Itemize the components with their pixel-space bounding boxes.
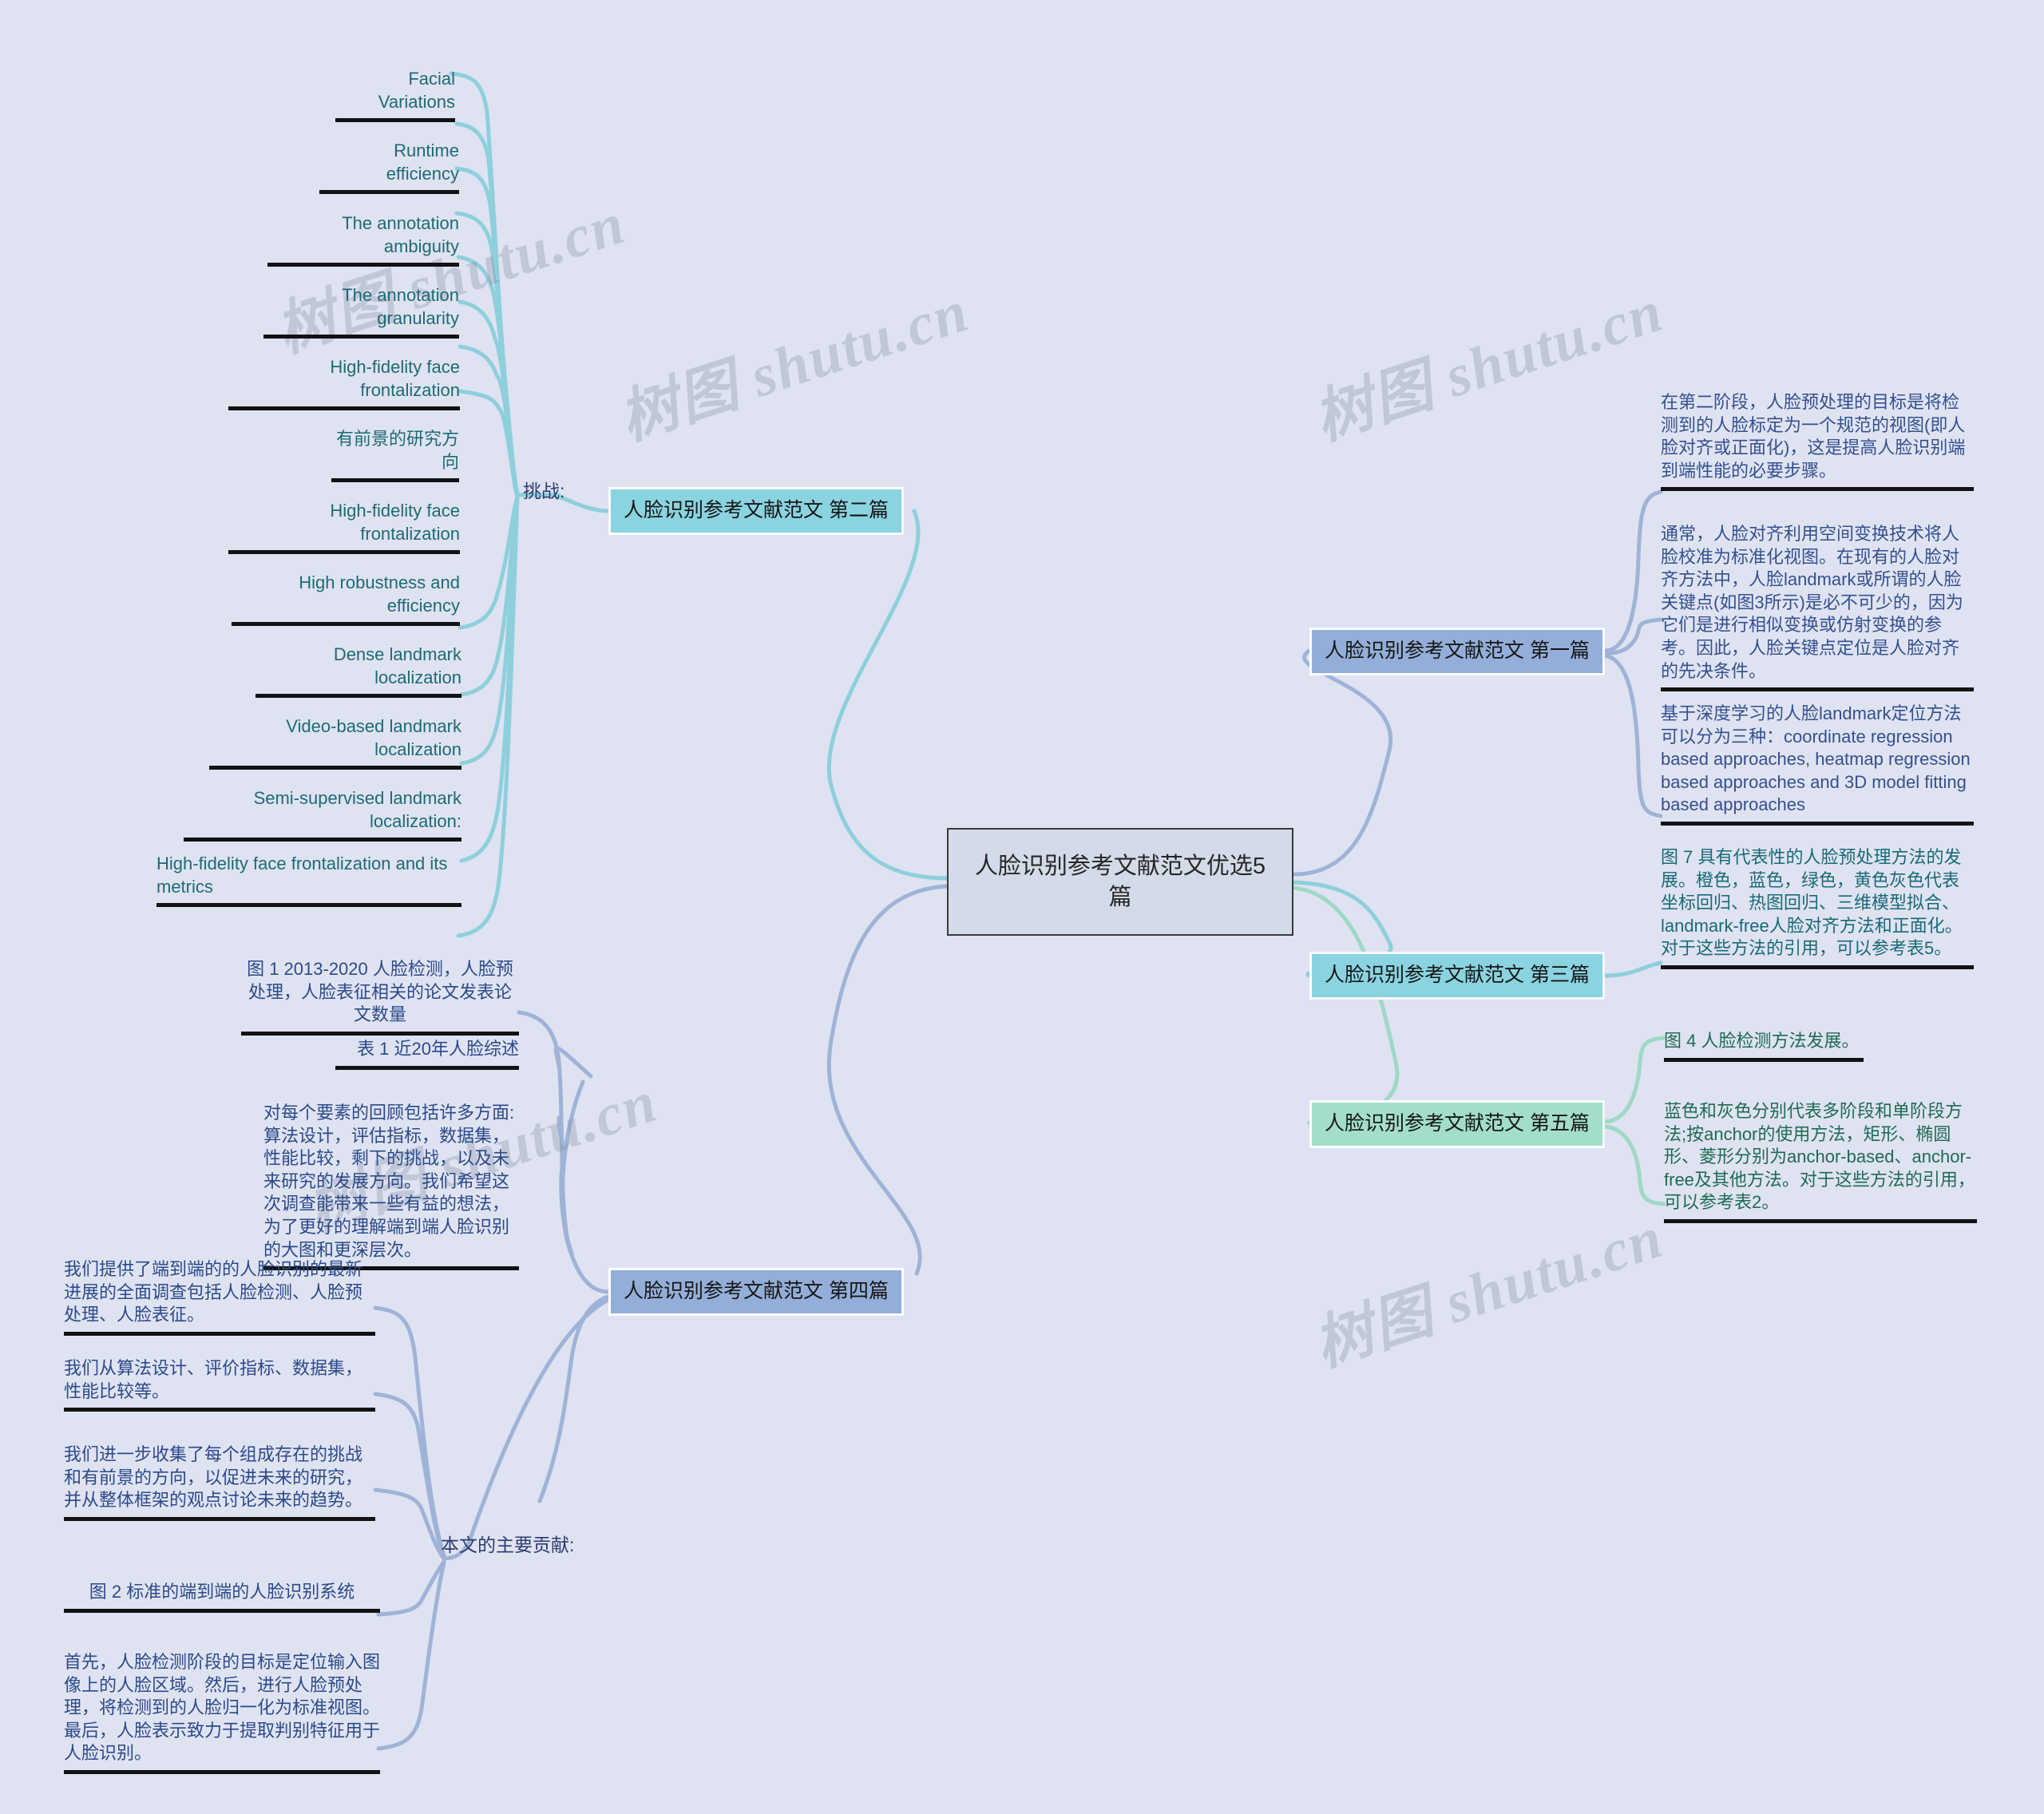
branch-third-article[interactable]: 人脸识别参考文献范文 第三篇 [1309,952,1605,1000]
leaf-fig4-detection-development[interactable]: 图 4 人脸检测方法发展。 [1664,1030,1864,1062]
group-label-contributions: 本文的主要贡献: [441,1535,575,1555]
branch-third-label: 人脸识别参考文献范文 第三篇 [1325,964,1590,987]
leaf-fig1-paper-counts[interactable]: 图 1 2013-2020 人脸检测，人脸预处理，人脸表征相关的论文发表论文数量 [241,958,519,1036]
watermark: 树图 shutu.cn [1306,278,1672,454]
leaf-anchor-method-legend[interactable]: 蓝色和灰色分别代表多阶段和单阶段方法;按anchor的使用方法，矩形、椭圆形、菱… [1664,1100,1977,1223]
leaf-review-aspects[interactable]: 对每个要素的回顾包括许多方面: 算法设计，评估指标，数据集，性能比较，剩下的挑战… [263,1102,519,1271]
leaf-pipeline-description[interactable]: 首先，人脸检测阶段的目标是定位输入图像上的人脸区域。然后，进行人脸预处理，将检测… [64,1651,380,1774]
root-node[interactable]: 人脸识别参考文献范文优选5篇 [947,828,1293,936]
branch-second-label: 人脸识别参考文献范文 第二篇 [624,499,889,522]
group-label-challenges: 挑战: [523,481,565,501]
root-title: 人脸识别参考文献范文优选5篇 [974,854,1266,910]
leaf-semi-supervised-landmark-localization[interactable]: Semi-supervised landmark localization: [184,787,461,842]
leaf-promising-research-directions[interactable]: 有前景的研究方向 [331,428,459,483]
leaf-preprocessing-goal[interactable]: 在第二阶段，人脸预处理的目标是将检测到的人脸标定为一个规范的视图(即人脸对齐或正… [1661,391,1974,492]
watermark: 树图 shutu.cn [612,278,977,454]
branch-fourth-article[interactable]: 人脸识别参考文献范文 第四篇 [608,1268,904,1316]
leaf-annotation-granularity[interactable]: The annotation granularity [263,284,459,339]
leaf-contribution-challenges[interactable]: 我们进一步收集了每个组成存在的挑战和有前景的方向，以促进未来的研究，并从整体框架… [64,1444,375,1521]
leaf-contribution-survey[interactable]: 我们提供了端到端的的人脸识别的最新进展的全面调查包括人脸检测、人脸预处理、人脸表… [64,1258,375,1336]
watermark: 树图 shutu.cn [1306,1204,1672,1380]
leaf-high-fidelity-frontalization-metrics[interactable]: High-fidelity face frontalization and it… [156,853,461,908]
branch-second-article[interactable]: 人脸识别参考文献范文 第二篇 [608,487,904,535]
leaf-annotation-ambiguity[interactable]: The annotation ambiguity [267,212,459,267]
leaf-fig2-standard-pipeline[interactable]: 图 2 标准的端到端的人脸识别系统 [64,1581,380,1613]
leaf-video-based-landmark-localization[interactable]: Video-based landmark localization [209,715,461,770]
leaf-contribution-aspects[interactable]: 我们从算法设计、评价指标、数据集，性能比较等。 [64,1357,375,1412]
leaf-high-fidelity-face-frontalization-2[interactable]: High-fidelity face frontalization [228,500,460,555]
leaf-face-alignment-landmarks[interactable]: 通常，人脸对齐利用空间变换技术将人脸校准为标准化视图。在现有的人脸对齐方法中，人… [1661,523,1974,692]
watermark: 树图 shutu.cn [268,190,634,366]
leaf-dense-landmark-localization[interactable]: Dense landmark localization [256,644,461,699]
leaf-facial-variations[interactable]: Facial Variations [335,68,455,123]
branch-first-label: 人脸识别参考文献范文 第一篇 [1325,640,1590,663]
leaf-table1-face-survey[interactable]: 表 1 近20年人脸综述 [335,1038,519,1070]
leaf-runtime-efficiency[interactable]: Runtime efficiency [319,140,459,195]
leaf-high-fidelity-face-frontalization-1[interactable]: High-fidelity face frontalization [228,356,460,411]
leaf-landmark-approaches[interactable]: 基于深度学习的人脸landmark定位方法可以分为三种：coordinate r… [1661,703,1974,826]
branch-fifth-article[interactable]: 人脸识别参考文献范文 第五篇 [1309,1100,1605,1148]
leaf-high-robustness-and-efficiency[interactable]: High robustness and efficiency [232,572,460,627]
leaf-fig7-preprocessing-development[interactable]: 图 7 具有代表性的人脸预处理方法的发展。橙色，蓝色，绿色，黄色灰色代表坐标回归… [1661,846,1974,969]
mindmap-canvas: 树图 shutu.cn 树图 shutu.cn 树图 shutu.cn 树图 s… [0,0,2044,1814]
branch-fourth-label: 人脸识别参考文献范文 第四篇 [624,1280,889,1303]
branch-first-article[interactable]: 人脸识别参考文献范文 第一篇 [1309,628,1605,675]
branch-fifth-label: 人脸识别参考文献范文 第五篇 [1325,1112,1590,1135]
